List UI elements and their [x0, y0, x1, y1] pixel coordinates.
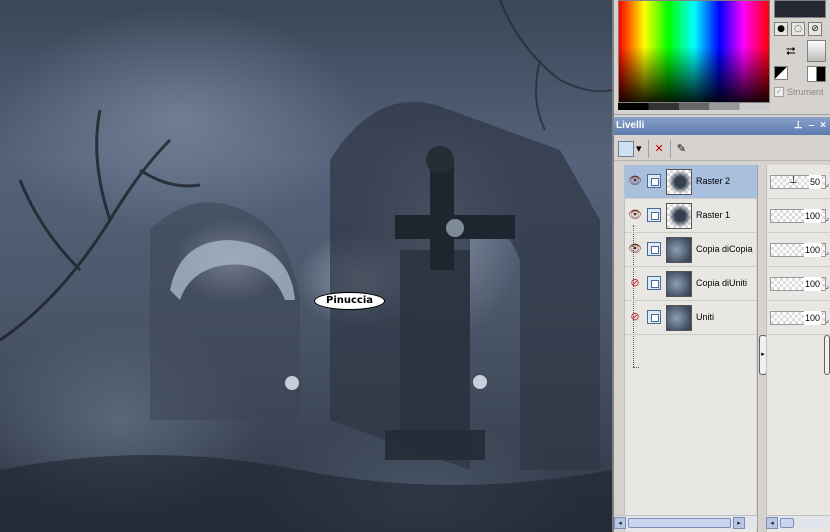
all-tools-label: Strument	[787, 87, 824, 97]
scroll-left-icon[interactable]: ◂	[614, 516, 626, 529]
close-icon[interactable]: ×	[820, 117, 826, 135]
materials-palette: ● ◌ ⊘ ⮂ ✓ Strument	[614, 0, 830, 115]
layers-list: 👁 Raster 2 👁 Raster 1 👁 Copia diCopia ⊘	[624, 165, 757, 532]
delete-layer-button[interactable]: ✕	[655, 140, 664, 158]
layers-horizontal-scrollbar[interactable]: ◂ ▸	[614, 515, 757, 529]
opacity-row[interactable]: ⊥ 50 ⌟	[767, 165, 830, 199]
scroll-right-icon[interactable]: ▸	[733, 516, 745, 529]
layer-name: Copia diUniti	[696, 278, 748, 288]
opacity-row[interactable]: 100 ⌟	[767, 233, 830, 267]
all-tools-checkbox[interactable]: ✓	[774, 87, 784, 97]
default-colors-icon[interactable]	[774, 66, 788, 80]
candle-glow-left	[285, 376, 299, 390]
cross-top-ornament	[426, 146, 454, 174]
opacity-value: 100	[803, 277, 821, 291]
new-layer-icon	[618, 140, 634, 157]
right-edge-handle[interactable]	[824, 335, 830, 375]
opacity-value: 50	[808, 175, 821, 189]
layer-name: Raster 2	[696, 176, 731, 186]
visibility-eye-icon[interactable]: 👁	[628, 175, 642, 187]
all-tools-option[interactable]: ✓ Strument	[774, 87, 824, 97]
visibility-hidden-icon[interactable]: ⊘	[628, 311, 642, 323]
opacity-row[interactable]: 100 ⌟	[767, 301, 830, 335]
toolbar-separator	[669, 139, 671, 158]
layer-row-uniti[interactable]: ⊘ Uniti	[625, 301, 757, 335]
layers-title-text: Livelli	[616, 120, 645, 131]
layer-name: Copia diCopia	[696, 244, 753, 254]
group-tree-line	[633, 367, 639, 368]
raster-layer-icon	[647, 242, 661, 256]
new-layer-button[interactable]: ▾	[618, 140, 642, 158]
swap-colors-icon[interactable]: ⮂	[786, 44, 796, 59]
pedestal	[400, 250, 470, 450]
layers-titlebar[interactable]: Livelli ⊥ – ×	[614, 117, 830, 135]
delete-layer-icon: ✕	[654, 142, 664, 155]
no-fill-icon[interactable]: ⊘	[808, 22, 822, 36]
opacity-grip-icon: ⌟	[825, 213, 829, 222]
opacity-horizontal-scrollbar[interactable]: ◂	[766, 515, 830, 529]
edit-selection-button[interactable]: ✎	[677, 140, 686, 158]
opacity-value: 100	[803, 311, 821, 325]
layer-row-raster-2[interactable]: 👁 Raster 2	[625, 165, 757, 199]
opacity-row[interactable]: 100 ⌟	[767, 199, 830, 233]
brush-style-row: ● ◌ ⊘	[774, 22, 822, 36]
raster-layer-icon	[647, 276, 661, 290]
image-canvas[interactable]: Pinuccia	[0, 0, 612, 532]
psp-workspace: Pinuccia ● ◌ ⊘ ⮂ ✓ Strument Livelli ⊥ – …	[0, 0, 830, 532]
watermark-label: Pinuccia	[314, 292, 385, 310]
visibility-hidden-icon[interactable]: ⊘	[628, 277, 642, 289]
visibility-eye-icon[interactable]: 👁	[628, 209, 642, 221]
cross-center	[446, 219, 464, 237]
layer-thumbnail	[666, 305, 692, 331]
toolbar-separator	[647, 139, 649, 158]
scrollbar-thumb[interactable]	[628, 517, 731, 528]
opacity-column: ⊥ 50 ⌟ 100 ⌟ 100 ⌟ 100 ⌟ 100 ⌟	[766, 165, 830, 532]
layer-thumbnail	[666, 271, 692, 297]
spray-brush-icon[interactable]: ◌	[791, 22, 805, 36]
layer-name: Uniti	[696, 312, 715, 322]
visibility-eye-icon[interactable]: 👁	[628, 243, 642, 255]
background-swatch[interactable]	[807, 40, 826, 62]
layers-palette: Livelli ⊥ – × ▾ ✕ ✎ �	[614, 117, 830, 532]
edit-selection-icon: ✎	[676, 142, 686, 155]
opacity-slider-thumb[interactable]: ⊥	[789, 175, 798, 187]
grayscale-strip[interactable]	[618, 103, 770, 110]
opacity-value: 100	[803, 243, 821, 257]
pedestal-base	[385, 430, 485, 460]
layer-row-raster-1[interactable]: 👁 Raster 1	[625, 199, 757, 233]
raster-layer-icon	[647, 310, 661, 324]
opacity-grip-icon: ⌟	[825, 281, 829, 290]
layer-thumbnail	[666, 237, 692, 263]
opacity-row[interactable]: 100 ⌟	[767, 267, 830, 301]
round-brush-icon[interactable]: ●	[774, 22, 788, 36]
opacity-grip-icon: ⌟	[825, 179, 829, 188]
layer-row-copia-dicopia[interactable]: 👁 Copia diCopia	[625, 233, 757, 267]
layer-thumbnail	[666, 169, 692, 195]
color-spectrum[interactable]	[618, 0, 770, 103]
opacity-grip-icon: ⌟	[825, 247, 829, 256]
minimize-icon[interactable]: –	[809, 117, 815, 135]
ruin-wall	[150, 202, 300, 420]
opacity-value: 100	[803, 209, 821, 223]
candle-glow-right	[473, 375, 487, 389]
layers-toolbar: ▾ ✕ ✎	[614, 137, 830, 161]
chevron-down-icon[interactable]: ▾	[636, 142, 642, 155]
raster-layer-icon	[647, 174, 661, 188]
raster-layer-icon	[647, 208, 661, 222]
foreground-swatch[interactable]	[774, 0, 826, 18]
layer-row-copia-diuniti[interactable]: ⊘ Copia diUniti	[625, 267, 757, 301]
canvas-artwork	[0, 0, 612, 532]
layer-thumbnail	[666, 203, 692, 229]
pin-icon[interactable]: ⊥	[794, 117, 803, 135]
scroll-left-icon[interactable]: ◂	[766, 516, 778, 529]
layer-name: Raster 1	[696, 210, 731, 220]
dead-tree-top	[499, 0, 612, 131]
texture-swatch[interactable]	[807, 66, 826, 82]
opacity-grip-icon: ⌟	[825, 315, 829, 324]
scrollbar-thumb[interactable]	[780, 517, 794, 528]
